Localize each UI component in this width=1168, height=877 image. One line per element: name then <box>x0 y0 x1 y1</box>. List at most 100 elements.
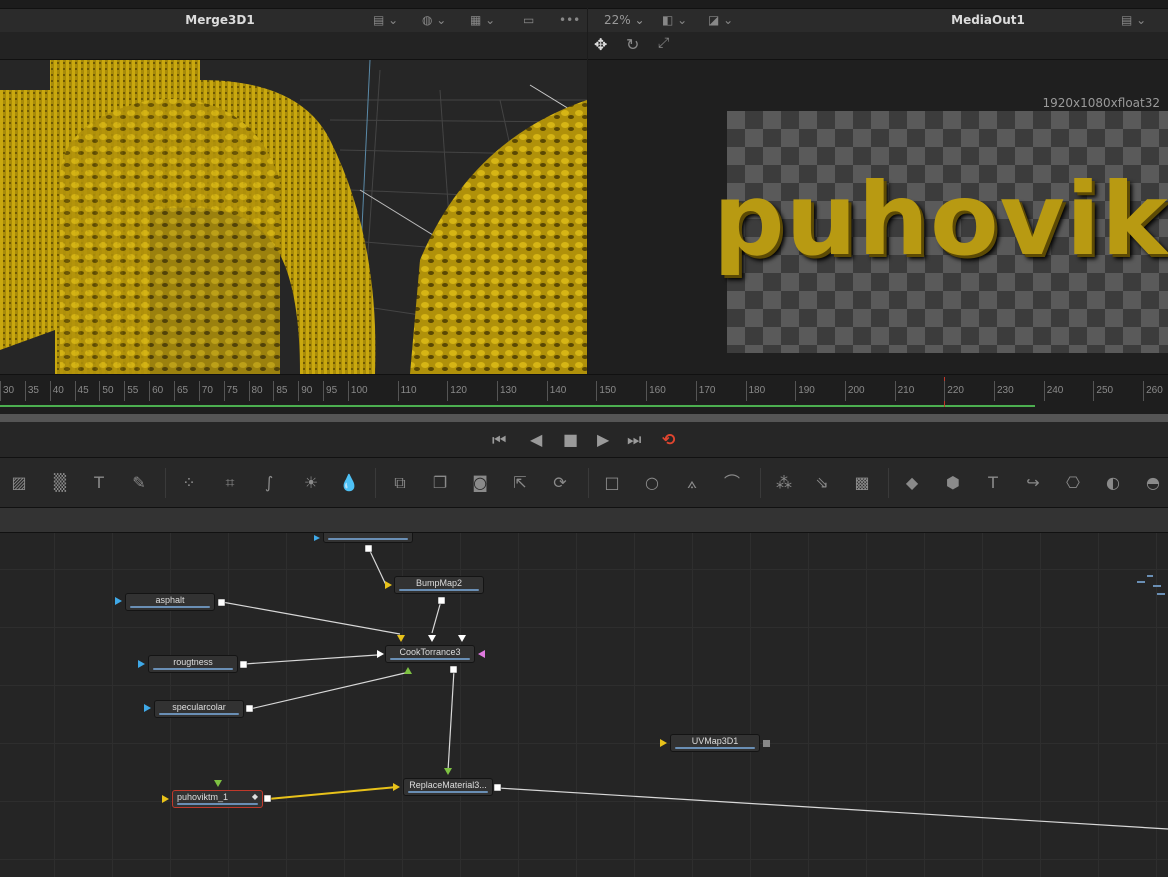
zoom-select[interactable]: 22% ⌄ <box>604 13 645 27</box>
blur-tool-icon[interactable]: 💧 <box>337 472 361 494</box>
rotate-icon[interactable]: ↻ <box>626 35 639 54</box>
node-specularcolar[interactable]: specularcolar <box>154 700 244 718</box>
text-tool-icon[interactable]: T <box>87 472 111 494</box>
move-icon[interactable]: ✥ <box>594 35 607 54</box>
fullscreen-icon[interactable]: ▭ <box>523 13 534 27</box>
viewer-left-title: Merge3D1 <box>185 13 255 27</box>
skip-to-end-button[interactable]: ⏭ <box>627 430 641 450</box>
viewer-right-header: 22% ⌄ ◧ ⌄ ◪ ⌄ MediaOut1 ▤ ⌄ <box>588 8 1168 32</box>
tick-label: 250 <box>1096 385 1114 396</box>
tick-label: 140 <box>549 385 567 396</box>
timeline-tick: 140 <box>546 381 566 401</box>
image-canvas: puhovikt <box>713 111 1168 353</box>
node-uvmap3d1[interactable]: UVMap3D1 <box>670 734 760 752</box>
timeline-tick: 190 <box>795 381 815 401</box>
tick-label: 80 <box>251 385 263 396</box>
rectangle-mask-tool-icon[interactable]: □ <box>600 472 624 494</box>
timeline-tick: 250 <box>1093 381 1113 401</box>
timeline-tick: 40 <box>49 381 64 401</box>
tick-label: 170 <box>698 385 716 396</box>
node-navigator[interactable] <box>1135 573 1168 603</box>
timeline-ruler[interactable]: 30 35 40 45 50 55 60 65 70 75 80 85 90 95 100 110 120 130… <box>0 374 1168 414</box>
polygon-mask-tool-icon[interactable]: ⟑ <box>680 472 704 494</box>
color-correct-tool-icon[interactable]: ∫ <box>257 472 281 494</box>
node-puhoviktm-1[interactable]: puhoviktm_1 ◆ <box>172 790 263 808</box>
color-curves-tool-icon[interactable]: ⌗ <box>218 472 242 494</box>
timeline-tick: 200 <box>844 381 865 401</box>
renderer3d-tool-icon[interactable]: ↪ <box>1021 472 1045 494</box>
timeline-tick: 35 <box>24 381 39 401</box>
split-view-icon[interactable]: ◧ ⌄ <box>662 13 687 27</box>
resize-tool-icon[interactable]: ⟳ <box>548 472 572 494</box>
particle-render-tool-icon[interactable]: ⇘ <box>810 472 834 494</box>
timeline-tick: 70 <box>198 381 213 401</box>
timeline-tick: 80 <box>248 381 263 401</box>
play-button[interactable]: ▶ <box>597 430 609 449</box>
ellipse-mask-tool-icon[interactable]: ○ <box>640 472 664 494</box>
tick-label: 70 <box>201 385 213 396</box>
view-options-icon[interactable]: ▤ ⌄ <box>1121 13 1146 27</box>
paint-tool-icon[interactable]: ✎ <box>127 472 151 494</box>
shape3d-tool-icon[interactable]: ◆ <box>900 472 924 494</box>
node-replacematerial3d[interactable]: ReplaceMaterial3... <box>403 778 493 796</box>
node-editor[interactable]: BumpMap2 asphalt CookTorrance3 rougtness… <box>0 533 1168 877</box>
roi-icon[interactable]: ◪ ⌄ <box>708 13 733 27</box>
timeline-tick: 230 <box>994 381 1014 401</box>
tick-label: 190 <box>798 385 815 396</box>
transform-tool-icon[interactable]: ⇱ <box>508 472 532 494</box>
tick-label: 95 <box>326 385 338 396</box>
tick-label: 150 <box>599 385 617 396</box>
more-button[interactable]: ••• <box>559 13 580 27</box>
channel-boolean-tool-icon[interactable]: ❐ <box>428 472 452 494</box>
grid-icon[interactable]: ▦ ⌄ <box>470 13 495 27</box>
view-options-icon[interactable]: ▤ ⌄ <box>373 13 398 27</box>
color-channel-icon[interactable]: ◍ ⌄ <box>422 13 446 27</box>
node-rougtness[interactable]: rougtness <box>148 655 238 673</box>
timeline-tick: 150 <box>596 381 616 401</box>
tick-label: 85 <box>276 385 288 396</box>
timeline-tick: 240 <box>1043 381 1063 401</box>
tick-label: 160 <box>649 385 666 396</box>
merge-tool-icon[interactable]: ⧉ <box>388 472 412 494</box>
fast-noise-tool-icon[interactable]: ▒ <box>48 472 72 494</box>
tools-toolbar: ▨ ▒ T ✎ ⁘ ⌗ ∫ ☀ 💧 ⧉ ❐ ◙ ⇱ ⟳ □ ○ ⟑ ⌒ ⁂ ⇘ ▩ ◆ ⬢ T ↪ ⎔ ◐ ◓ <box>0 458 1168 508</box>
timeline-tick: 30 <box>0 381 14 401</box>
image-plane3d-tool-icon[interactable]: ◓ <box>1141 472 1165 494</box>
tick-label: 65 <box>176 385 189 396</box>
tick-label: 230 <box>997 385 1014 396</box>
viewer-right-toolbar: ✥ ↻ ⤢ <box>588 32 1168 60</box>
node-bumpmap2[interactable]: BumpMap2 <box>394 576 484 594</box>
light3d-tool-icon[interactable]: ◐ <box>1101 472 1125 494</box>
brightness-tool-icon[interactable]: ☀ <box>299 472 323 494</box>
text3d-tool-icon[interactable]: T <box>981 472 1005 494</box>
divider <box>588 468 589 498</box>
merge3d-tool-icon[interactable]: ⬢ <box>941 472 965 494</box>
tick-label: 40 <box>52 385 64 396</box>
text-node-icon: ◆ <box>251 792 258 801</box>
node-cooktorrance3[interactable]: CookTorrance3 <box>385 645 475 663</box>
skip-to-start-button[interactable]: ⏮ <box>492 430 506 450</box>
loop-button[interactable]: ⟲ <box>662 430 675 449</box>
3d-scene <box>0 60 587 374</box>
tick-label: 50 <box>102 385 114 396</box>
matte-control-tool-icon[interactable]: ◙ <box>468 472 492 494</box>
particle-emitter-tool-icon[interactable]: ⁂ <box>772 472 796 494</box>
3d-viewport[interactable] <box>0 60 587 374</box>
timeline-tick: 110 <box>397 381 417 401</box>
particle-tool-icon[interactable]: ⁘ <box>177 472 201 494</box>
timeline-tick: 65 <box>173 381 188 401</box>
node-top[interactable] <box>323 533 413 543</box>
2d-viewer[interactable]: 1920x1080xfloat32 puhovikt <box>588 60 1168 374</box>
divider <box>888 468 889 498</box>
background-tool-icon[interactable]: ▨ <box>7 472 31 494</box>
step-back-button[interactable]: ◀ <box>530 430 542 449</box>
timeline-scrollbar[interactable] <box>0 414 1168 422</box>
timeline-tick: 90 <box>298 381 312 401</box>
scale-icon[interactable]: ⤢ <box>658 35 669 51</box>
node-asphalt[interactable]: asphalt <box>125 593 215 611</box>
particle-kill-tool-icon[interactable]: ▩ <box>850 472 874 494</box>
bspline-mask-tool-icon[interactable]: ⌒ <box>720 472 744 494</box>
timeline-tick: 180 <box>745 381 765 401</box>
camera3d-tool-icon[interactable]: ⎔ <box>1061 472 1085 494</box>
stop-button[interactable]: ■ <box>563 430 578 449</box>
